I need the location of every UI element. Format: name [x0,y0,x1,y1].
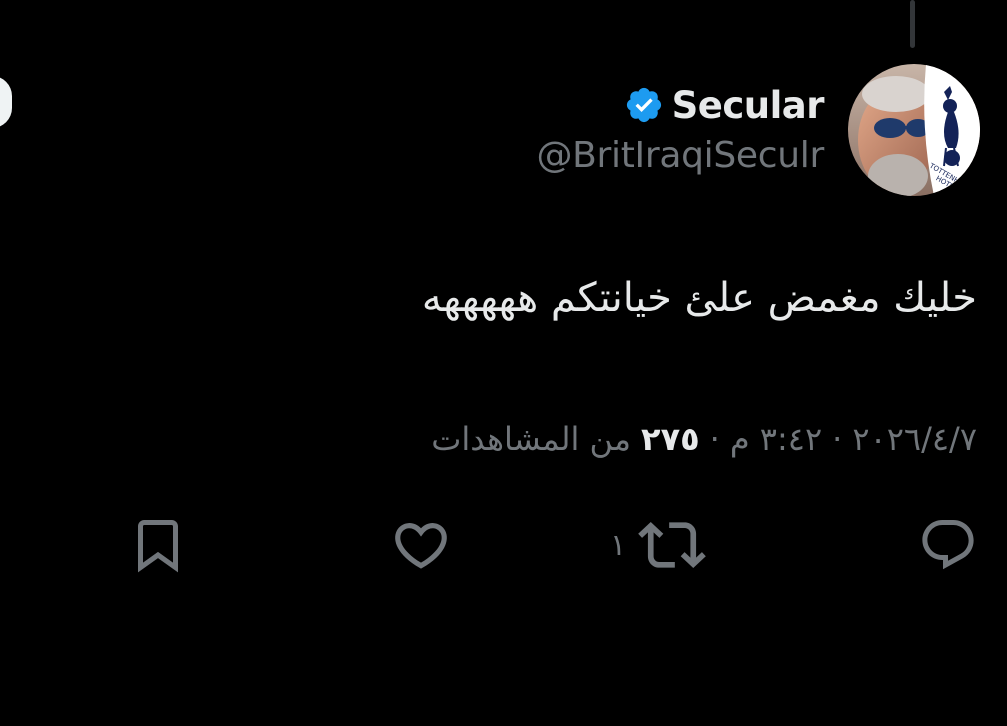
views-count[interactable]: ٢٧٥ [641,420,700,458]
bookmark-icon [138,520,178,573]
reply-button[interactable] [918,515,978,575]
bookmark-button[interactable] [128,515,188,575]
author-handle[interactable]: @BritIraqiSeculr [536,135,824,176]
thread-connector-line [910,0,915,48]
author-name-row[interactable]: Secular [624,80,825,130]
tweet-text: خليك مغمض علئ خيانتكم هههههه [421,275,977,321]
like-button[interactable] [390,515,452,575]
avatar-image: TOTTENHAM HOTSPUR [848,64,980,196]
tweet-time[interactable]: ٣:٤٢ م [730,420,822,458]
retweet-button[interactable]: ١ [610,515,706,575]
meta-separator-dot: · [832,420,843,458]
reply-icon [922,520,974,570]
meta-separator-dot: · [709,420,720,458]
avatar[interactable]: TOTTENHAM HOTSPUR [848,64,980,196]
verified-badge-icon [626,87,661,123]
heart-icon [395,523,447,569]
author-display-name[interactable]: Secular [672,84,825,127]
tweet-date[interactable]: ٢٠٢٦/٤/٧ [852,420,977,458]
back-button[interactable] [0,76,12,128]
retweet-count: ١ [610,527,627,563]
retweet-icon [638,521,706,569]
views-label: من المشاهدات [431,420,632,458]
tweet-metadata: ٢٠٢٦/٤/٧ · ٣:٤٢ م · ٢٧٥ من المشاهدات [431,420,977,458]
